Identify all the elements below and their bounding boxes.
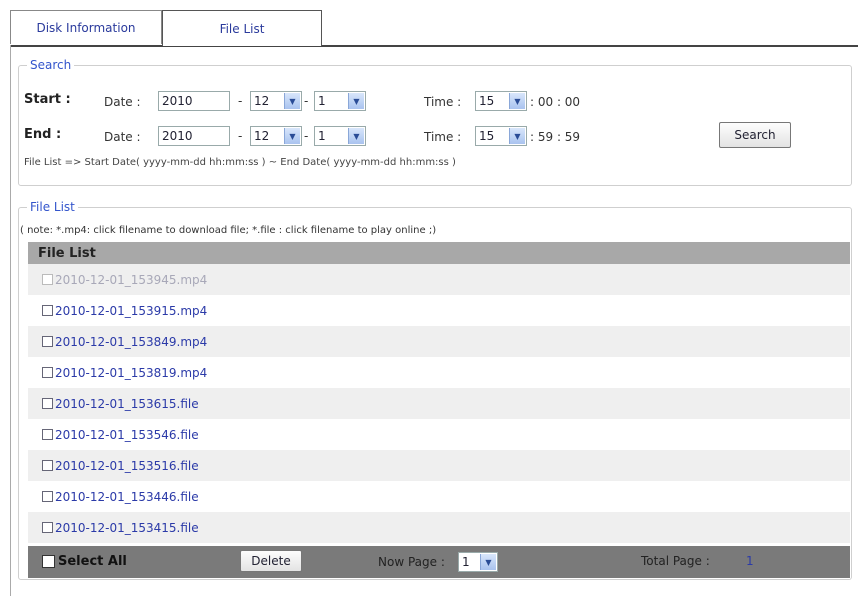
file-row: 2010-12-01_153546.file bbox=[28, 419, 850, 450]
chevron-down-icon: ▼ bbox=[348, 93, 364, 109]
file-rows: 2010-12-01_153945.mp4 2010-12-01_153915.m… bbox=[28, 264, 850, 543]
file-link[interactable]: 2010-12-01_153516.file bbox=[55, 459, 199, 473]
file-checkbox[interactable] bbox=[42, 367, 53, 378]
file-list-note: ( note: *.mp4: click filename to downloa… bbox=[20, 225, 437, 236]
chevron-down-icon: ▼ bbox=[284, 93, 300, 109]
file-link[interactable]: 2010-12-01_153446.file bbox=[55, 490, 199, 504]
start-month-value: 12 bbox=[254, 94, 270, 108]
search-legend: Search bbox=[30, 58, 72, 72]
chevron-down-icon: ▼ bbox=[509, 93, 525, 109]
start-time-label: Time : bbox=[424, 95, 462, 109]
tab-bar: Disk Information File List bbox=[10, 10, 322, 46]
start-hour-value: 15 bbox=[479, 94, 495, 108]
tab-file-list[interactable]: File List bbox=[162, 10, 322, 46]
file-link[interactable]: 2010-12-01_153849.mp4 bbox=[55, 335, 207, 349]
file-list-legend: File List bbox=[30, 200, 75, 214]
start-date-label: Date : bbox=[104, 95, 141, 109]
end-dash-2: - bbox=[304, 129, 309, 143]
select-all-label: Select All bbox=[58, 554, 127, 569]
file-checkbox[interactable] bbox=[42, 429, 53, 440]
now-page-select[interactable]: 1 ▼ bbox=[458, 552, 498, 572]
total-page-label: Total Page : bbox=[641, 554, 710, 568]
file-row: 2010-12-01_153945.mp4 bbox=[28, 264, 850, 295]
end-month-value: 12 bbox=[254, 129, 270, 143]
now-page-value: 1 bbox=[462, 555, 470, 569]
tab-underline bbox=[10, 45, 858, 47]
end-hour-select[interactable]: 15 ▼ bbox=[475, 126, 527, 146]
chevron-down-icon: ▼ bbox=[284, 128, 300, 144]
end-date-label: Date : bbox=[104, 130, 141, 144]
file-link[interactable]: 2010-12-01_153546.file bbox=[55, 428, 199, 442]
start-day-select[interactable]: 1 ▼ bbox=[314, 91, 366, 111]
end-month-select[interactable]: 12 ▼ bbox=[250, 126, 302, 146]
start-min-sec: : 00 : 00 bbox=[530, 95, 581, 109]
file-row: 2010-12-01_153615.file bbox=[28, 388, 850, 419]
end-day-value: 1 bbox=[318, 129, 326, 143]
file-list-footer: Select All Delete Now Page : 1 ▼ Total P… bbox=[28, 546, 850, 578]
file-link[interactable]: 2010-12-01_153819.mp4 bbox=[55, 366, 207, 380]
file-checkbox bbox=[42, 274, 53, 285]
file-checkbox[interactable] bbox=[42, 305, 53, 316]
search-hint: File List => Start Date( yyyy-mm-dd hh:m… bbox=[24, 157, 456, 168]
end-hour-value: 15 bbox=[479, 129, 495, 143]
file-link[interactable]: 2010-12-01_153945.mp4 bbox=[55, 273, 207, 287]
file-link[interactable]: 2010-12-01_153615.file bbox=[55, 397, 199, 411]
file-checkbox[interactable] bbox=[42, 336, 53, 347]
start-day-value: 1 bbox=[318, 94, 326, 108]
file-link[interactable]: 2010-12-01_153415.file bbox=[55, 521, 199, 535]
chevron-down-icon: ▼ bbox=[509, 128, 525, 144]
file-checkbox[interactable] bbox=[42, 491, 53, 502]
end-dash-1: - bbox=[238, 129, 243, 143]
file-checkbox[interactable] bbox=[42, 460, 53, 471]
frame-border bbox=[10, 45, 11, 596]
end-year-input[interactable]: 2010 bbox=[158, 126, 230, 146]
file-checkbox[interactable] bbox=[42, 398, 53, 409]
delete-button[interactable]: Delete bbox=[240, 550, 302, 572]
end-day-select[interactable]: 1 ▼ bbox=[314, 126, 366, 146]
file-row: 2010-12-01_153446.file bbox=[28, 481, 850, 512]
search-button[interactable]: Search bbox=[719, 122, 791, 148]
start-year-input[interactable]: 2010 bbox=[158, 91, 230, 111]
file-list-header: File List bbox=[28, 242, 850, 264]
file-link[interactable]: 2010-12-01_153915.mp4 bbox=[55, 304, 207, 318]
file-row: 2010-12-01_153415.file bbox=[28, 512, 850, 543]
end-min-sec: : 59 : 59 bbox=[530, 130, 581, 144]
start-hour-select[interactable]: 15 ▼ bbox=[475, 91, 527, 111]
file-row: 2010-12-01_153819.mp4 bbox=[28, 357, 850, 388]
start-month-select[interactable]: 12 ▼ bbox=[250, 91, 302, 111]
end-time-label: Time : bbox=[424, 130, 462, 144]
file-checkbox[interactable] bbox=[42, 522, 53, 533]
end-label: End : bbox=[24, 127, 62, 142]
file-row: 2010-12-01_153915.mp4 bbox=[28, 295, 850, 326]
file-row: 2010-12-01_153849.mp4 bbox=[28, 326, 850, 357]
now-page-label: Now Page : bbox=[378, 555, 445, 569]
start-dash-2: - bbox=[304, 94, 309, 108]
total-page-value: 1 bbox=[746, 554, 754, 568]
start-dash-1: - bbox=[238, 94, 243, 108]
tab-disk-information[interactable]: Disk Information bbox=[10, 10, 162, 44]
chevron-down-icon: ▼ bbox=[348, 128, 364, 144]
start-label: Start : bbox=[24, 92, 71, 107]
file-row: 2010-12-01_153516.file bbox=[28, 450, 850, 481]
select-all-checkbox[interactable] bbox=[42, 555, 55, 568]
chevron-down-icon: ▼ bbox=[480, 554, 496, 570]
